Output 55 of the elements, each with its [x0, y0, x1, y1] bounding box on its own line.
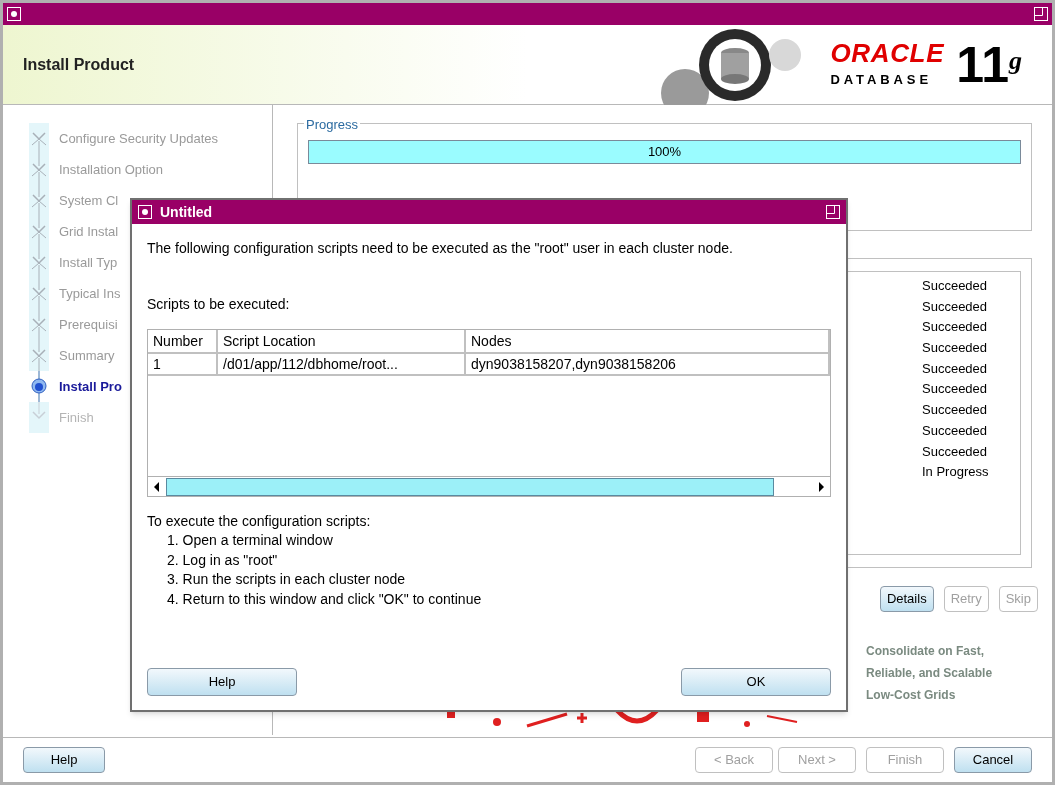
help-button[interactable]: Help	[147, 668, 297, 696]
task-button[interactable]: Details	[879, 586, 934, 612]
status-text: Succeeded	[922, 359, 989, 378]
status-text: In Progress	[922, 463, 990, 482]
step-label: System Cl	[59, 191, 119, 210]
progress-reading: 100%	[646, 143, 683, 162]
instructions-title: To execute the configuration scripts:	[147, 512, 372, 531]
status-text: Succeeded	[922, 318, 989, 337]
nav-button[interactable]: Cancel	[954, 747, 1032, 773]
page-title: Install Product	[23, 54, 135, 75]
tagline: Consolidate on Fast, Reliable, and Scalable Low-Cost Grids	[866, 643, 994, 704]
instruction-step: 3. Run the scripts in each cluster node	[167, 570, 831, 590]
version-number: 11$^{g}$	[956, 39, 1022, 90]
status-text: Succeeded	[922, 401, 989, 420]
step-label: Grid Instal	[59, 222, 119, 241]
table-cell: 1	[148, 354, 218, 374]
maximize-icon[interactable]	[826, 205, 840, 219]
step-node-icon	[29, 340, 49, 371]
ok-button[interactable]: OK	[681, 668, 831, 696]
current-step-icon	[29, 371, 49, 402]
scripts-label: Scripts to be executed:	[147, 295, 291, 314]
status-text: Succeeded	[922, 421, 989, 440]
column-header: Number	[148, 330, 218, 352]
table-cell: /d01/app/112/dbhome/root...	[218, 354, 466, 374]
window-menu-icon[interactable]	[7, 7, 21, 21]
step-label: Summary	[59, 346, 115, 365]
scrollbar-thumb[interactable]	[166, 477, 774, 496]
status-text: Succeeded	[922, 442, 989, 461]
instruction-step: 4. Return to this window and click "OK" to continue	[167, 589, 831, 609]
table-cell: dyn9038158207,dyn9038158206	[466, 354, 830, 374]
step-label: Finish	[59, 408, 94, 427]
brand-logo: ORACLE	[830, 39, 945, 66]
status-text: Succeeded	[922, 277, 989, 295]
dialog-message: The following configuration scripts need to be executed as the "root" user in each cluster node.	[147, 239, 734, 258]
step-label: Configure Security Updates	[59, 129, 218, 148]
window-menu-icon[interactable]	[138, 205, 152, 219]
column-header: Nodes	[466, 330, 830, 352]
column-header: Script Location	[218, 330, 466, 352]
status-text: Succeeded	[922, 297, 989, 316]
step-label: Install Pro	[59, 377, 122, 396]
horizontal-scrollbar[interactable]	[148, 476, 830, 496]
instruction-step: 2. Log in as "root"	[167, 550, 831, 570]
step-label: Install Typ	[59, 253, 118, 272]
help-button[interactable]: Help	[23, 747, 105, 773]
dialog-title: Untitled	[160, 202, 213, 222]
product-name: DATABASE	[830, 70, 932, 89]
step-label: Prerequisi	[59, 315, 118, 334]
step-label: Installation Option	[59, 160, 164, 179]
step-node-icon	[29, 123, 49, 154]
step-node-icon	[29, 402, 49, 433]
status-text: Succeeded	[922, 380, 989, 399]
step-label: Typical Ins	[59, 284, 121, 303]
status-text: Succeeded	[922, 339, 989, 358]
maximize-icon[interactable]	[1034, 7, 1048, 21]
instruction-step: 1. Open a terminal window	[167, 531, 831, 551]
